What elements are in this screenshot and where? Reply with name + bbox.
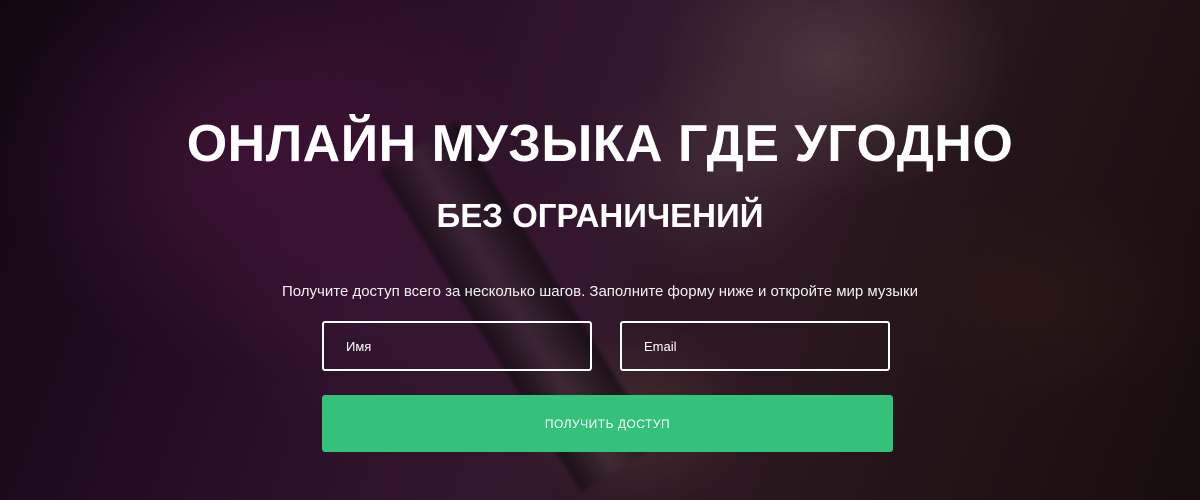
get-access-button[interactable]: ПОЛУЧИТЬ ДОСТУП [322, 395, 893, 452]
name-input[interactable] [322, 321, 592, 371]
email-input[interactable] [620, 321, 890, 371]
hero-subtitle: БЕЗ ОГРАНИЧЕНИЙ [436, 197, 764, 234]
hero-section: ОНЛАЙН МУЗЫКА ГДЕ УГОДНО БЕЗ ОГРАНИЧЕНИЙ… [0, 0, 1200, 500]
hero-title: ОНЛАЙН МУЗЫКА ГДЕ УГОДНО [186, 115, 1014, 173]
hero-lead-text: Получите доступ всего за несколько шагов… [282, 283, 918, 300]
hero-content: ОНЛАЙН МУЗЫКА ГДЕ УГОДНО БЕЗ ОГРАНИЧЕНИЙ… [0, 0, 1200, 500]
